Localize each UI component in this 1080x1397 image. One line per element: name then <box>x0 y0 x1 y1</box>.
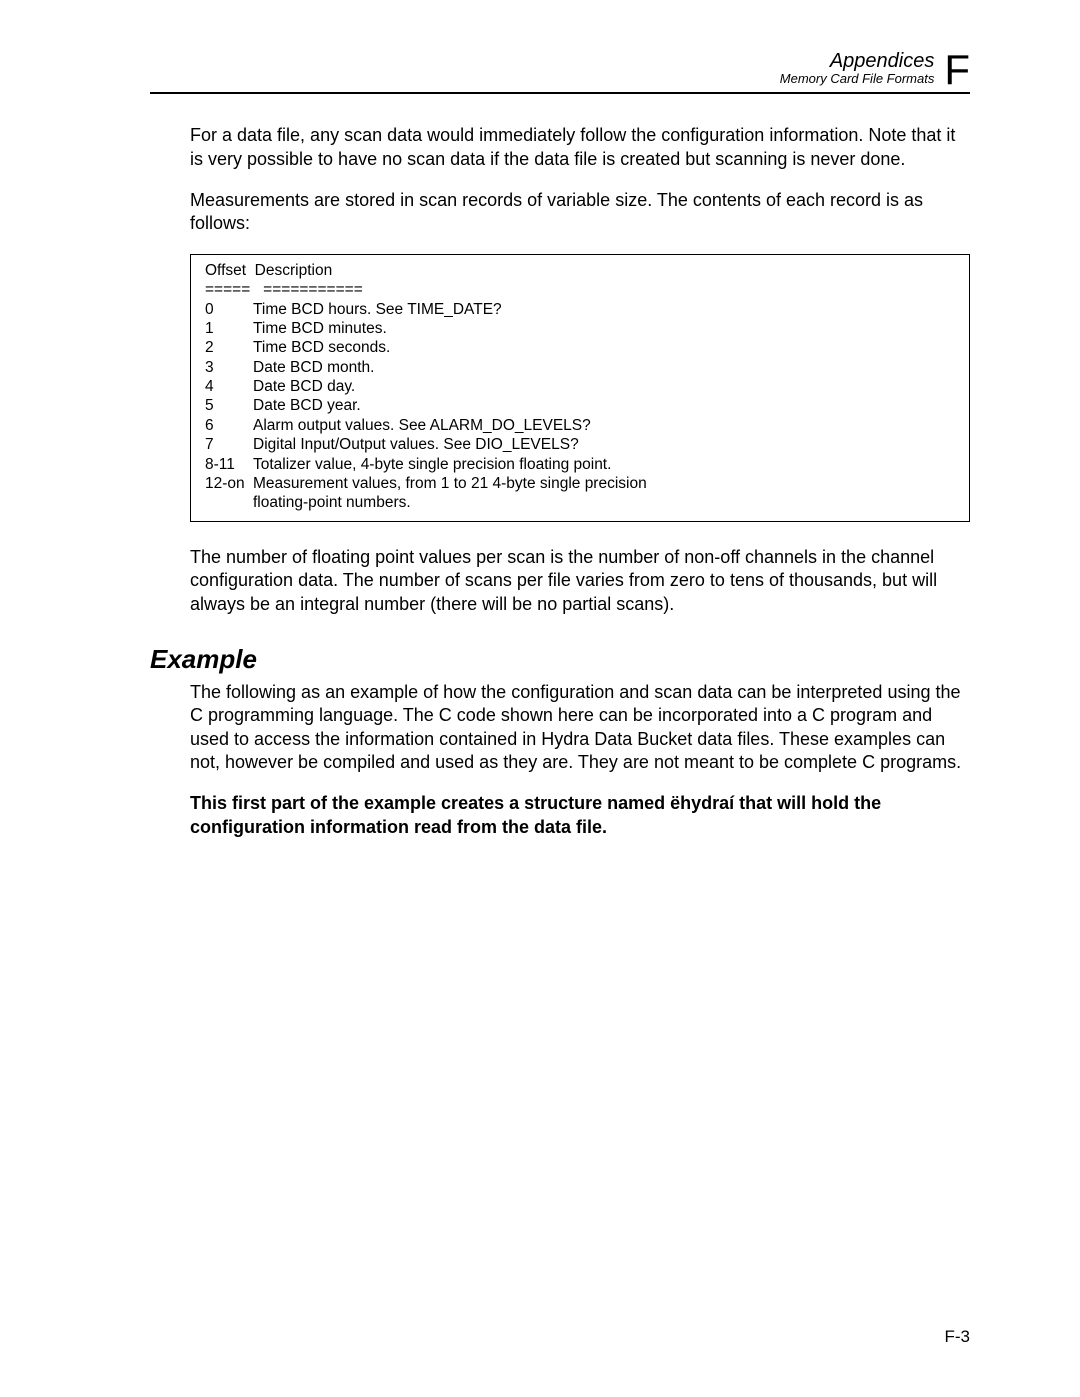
example-heading: Example <box>150 644 970 675</box>
table-desc: Date BCD day. <box>253 377 955 396</box>
header-title: Appendices <box>780 50 935 72</box>
table-offset: 0 <box>205 300 253 319</box>
table-header: Offset Description <box>205 261 955 280</box>
table-row: 1Time BCD minutes. <box>205 319 955 338</box>
header-text-block: Appendices Memory Card File Formats <box>780 50 935 86</box>
header-subtitle: Memory Card File Formats <box>780 72 935 86</box>
table-row: 12-onMeasurement values, from 1 to 21 4-… <box>205 474 955 493</box>
example-paragraph-2: This first part of the example creates a… <box>190 792 970 839</box>
table-row: 3Date BCD month. <box>205 358 955 377</box>
table-row: 7Digital Input/Output values. See DIO_LE… <box>205 435 955 454</box>
table-offset: 4 <box>205 377 253 396</box>
table-desc: Totalizer value, 4-byte single precision… <box>253 455 955 474</box>
paragraph-1: For a data file, any scan data would imm… <box>190 124 970 171</box>
table-row: 4Date BCD day. <box>205 377 955 396</box>
table-desc: Time BCD hours. See TIME_DATE? <box>253 300 955 319</box>
table-row: 0Time BCD hours. See TIME_DATE? <box>205 300 955 319</box>
scan-record-table: Offset Description ===== =========== 0Ti… <box>190 254 970 522</box>
table-continuation: floating-point numbers. <box>253 493 955 512</box>
paragraph-2: Measurements are stored in scan records … <box>190 189 970 236</box>
table-row: 2Time BCD seconds. <box>205 338 955 357</box>
table-desc: Time BCD minutes. <box>253 319 955 338</box>
page: Appendices Memory Card File Formats F Fo… <box>0 0 1080 1397</box>
page-number: F-3 <box>945 1327 971 1347</box>
paragraph-3: The number of floating point values per … <box>190 546 970 616</box>
page-header: Appendices Memory Card File Formats F <box>150 50 970 94</box>
table-desc: Digital Input/Output values. See DIO_LEV… <box>253 435 955 454</box>
table-row: 5Date BCD year. <box>205 396 955 415</box>
table-offset: 2 <box>205 338 253 357</box>
header-letter: F <box>944 51 970 89</box>
table-desc: Date BCD year. <box>253 396 955 415</box>
example-paragraph-1: The following as an example of how the c… <box>190 681 970 775</box>
table-desc: Time BCD seconds. <box>253 338 955 357</box>
table-offset: 12-on <box>205 474 253 493</box>
table-offset: 6 <box>205 416 253 435</box>
table-offset: 7 <box>205 435 253 454</box>
table-row: 6Alarm output values. See ALARM_DO_LEVEL… <box>205 416 955 435</box>
table-desc: Measurement values, from 1 to 21 4-byte … <box>253 474 955 493</box>
table-row: 8-11Totalizer value, 4-byte single preci… <box>205 455 955 474</box>
table-desc: Date BCD month. <box>253 358 955 377</box>
table-divider: ===== =========== <box>205 280 955 299</box>
table-offset: 3 <box>205 358 253 377</box>
table-offset: 5 <box>205 396 253 415</box>
table-offset: 1 <box>205 319 253 338</box>
table-desc: Alarm output values. See ALARM_DO_LEVELS… <box>253 416 955 435</box>
table-offset: 8-11 <box>205 455 253 474</box>
